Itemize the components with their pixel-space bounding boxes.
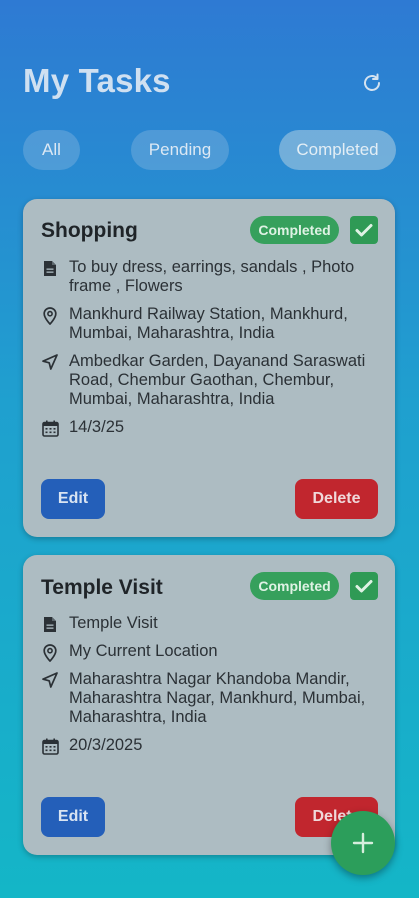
add-task-button[interactable] <box>331 811 395 875</box>
task-to-location: Maharashtra Nagar Khandoba Mandir, Mahar… <box>69 670 366 726</box>
filter-all[interactable]: All <box>23 130 80 170</box>
filter-tabs: All Pending Completed <box>0 130 419 170</box>
status-badge: Completed <box>250 216 339 244</box>
task-card: Shopping Completed To buy dress, earring… <box>23 199 395 537</box>
completed-checkbox[interactable] <box>350 216 378 244</box>
refresh-button[interactable] <box>355 66 389 100</box>
document-icon <box>41 614 59 633</box>
task-from-row: Mankhurd Railway Station, Mankhurd, Mumb… <box>41 305 391 343</box>
calendar-icon <box>41 418 59 437</box>
task-from-location: My Current Location <box>69 642 218 660</box>
filter-completed[interactable]: Completed <box>279 130 396 170</box>
task-to-row: Ambedkar Garden, Dayanand Saraswati Road… <box>41 352 391 409</box>
filter-pending[interactable]: Pending <box>131 130 229 170</box>
task-date: 20/3/2025 <box>69 736 143 754</box>
task-description-row: Temple Visit <box>41 614 391 633</box>
task-description: Temple Visit <box>69 614 158 632</box>
document-icon <box>41 258 59 296</box>
checkmark-icon <box>355 224 373 237</box>
refresh-icon <box>364 73 380 91</box>
navigation-arrow-icon <box>41 352 59 409</box>
task-date: 14/3/25 <box>69 418 125 436</box>
task-to-row: Maharashtra Nagar Khandoba Mandir, Mahar… <box>41 670 391 727</box>
task-description: To buy dress, earrings, sandals , Photo … <box>69 258 355 295</box>
task-date-row: 20/3/2025 <box>41 736 391 755</box>
task-card: Temple Visit Completed Temple Visit My C… <box>23 555 395 855</box>
location-pin-icon <box>41 305 59 343</box>
task-title: Shopping <box>41 219 138 242</box>
task-from-row: My Current Location <box>41 642 391 662</box>
location-pin-icon <box>41 642 59 662</box>
calendar-icon <box>41 736 59 755</box>
navigation-arrow-icon <box>41 670 59 727</box>
task-description-row: To buy dress, earrings, sandals , Photo … <box>41 258 391 296</box>
task-from-location: Mankhurd Railway Station, Mankhurd, Mumb… <box>69 305 348 342</box>
status-badge: Completed <box>250 572 339 600</box>
task-to-location: Ambedkar Garden, Dayanand Saraswati Road… <box>69 352 366 408</box>
page-title: My Tasks <box>23 62 171 99</box>
checkmark-icon <box>355 580 373 593</box>
plus-icon <box>352 832 374 854</box>
completed-checkbox[interactable] <box>350 572 378 600</box>
edit-button[interactable]: Edit <box>41 479 105 519</box>
task-date-row: 14/3/25 <box>41 418 391 437</box>
delete-button[interactable]: Delete <box>295 479 378 519</box>
app-header: My Tasks All Pending Completed <box>0 0 419 190</box>
edit-button[interactable]: Edit <box>41 797 105 837</box>
task-title: Temple Visit <box>41 576 163 599</box>
